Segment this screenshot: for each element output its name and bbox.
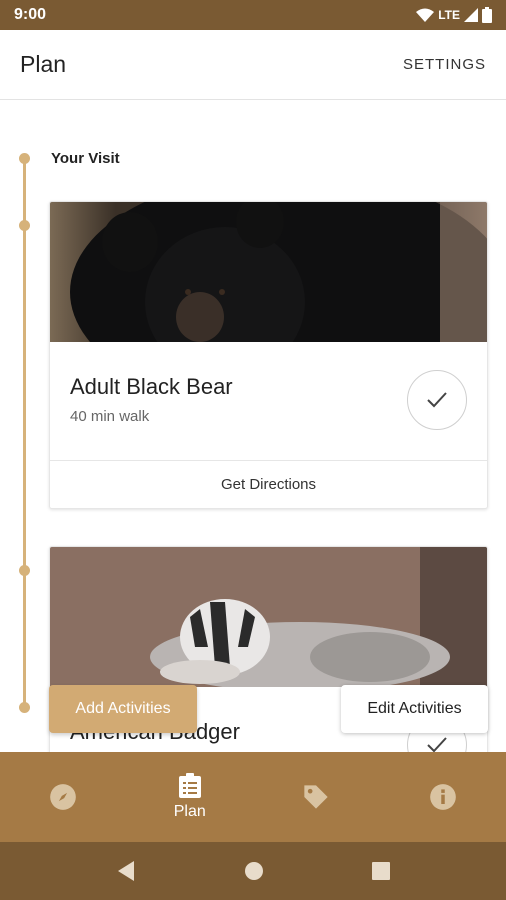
timeline-dot bbox=[19, 153, 30, 164]
settings-button[interactable]: SETTINGS bbox=[403, 56, 486, 73]
status-bar: 9:00 LTE bbox=[0, 0, 506, 30]
get-directions-button[interactable]: Get Directions bbox=[50, 460, 487, 508]
timeline-dot bbox=[19, 702, 30, 713]
system-nav bbox=[0, 842, 506, 900]
page-title: Plan bbox=[20, 51, 67, 77]
status-icons: LTE bbox=[416, 7, 492, 23]
signal-icon bbox=[464, 8, 478, 22]
edit-activities-button[interactable]: Edit Activities bbox=[341, 685, 488, 733]
section-title: Your Visit bbox=[51, 150, 120, 167]
battery-icon bbox=[482, 7, 492, 23]
tag-icon bbox=[304, 785, 328, 809]
check-icon bbox=[427, 392, 447, 408]
bottom-nav: Plan bbox=[0, 752, 506, 842]
black-bear-photo bbox=[50, 202, 487, 342]
check-icon bbox=[427, 737, 447, 752]
home-icon[interactable] bbox=[244, 861, 264, 881]
badger-photo bbox=[50, 547, 487, 687]
back-icon[interactable] bbox=[116, 860, 136, 882]
nav-info[interactable] bbox=[380, 752, 506, 842]
plan-content[interactable]: Your Visit Adult Black Bear 40 min walk … bbox=[0, 100, 506, 752]
add-activities-button[interactable]: Add Activities bbox=[49, 685, 197, 733]
network-type: LTE bbox=[438, 8, 460, 22]
timeline-dot bbox=[19, 220, 30, 231]
info-icon bbox=[429, 784, 456, 810]
timeline-line bbox=[23, 158, 26, 708]
recents-icon[interactable] bbox=[372, 862, 390, 880]
compass-icon bbox=[50, 784, 77, 810]
card-subtitle: 40 min walk bbox=[70, 408, 150, 425]
timeline-dot bbox=[19, 565, 30, 576]
wifi-icon bbox=[416, 8, 435, 22]
list-icon bbox=[178, 773, 201, 798]
activity-card[interactable]: Adult Black Bear 40 min walk Get Directi… bbox=[49, 201, 488, 509]
nav-explore[interactable] bbox=[0, 752, 127, 842]
nav-label-plan: Plan bbox=[173, 803, 206, 820]
status-time: 9:00 bbox=[14, 6, 47, 23]
app-bar: Plan SETTINGS bbox=[0, 30, 506, 100]
card-body: Adult Black Bear 40 min walk bbox=[50, 342, 487, 460]
nav-plan[interactable]: Plan bbox=[127, 752, 254, 842]
nav-offers[interactable] bbox=[253, 752, 380, 842]
mark-visited-button[interactable] bbox=[407, 370, 467, 430]
